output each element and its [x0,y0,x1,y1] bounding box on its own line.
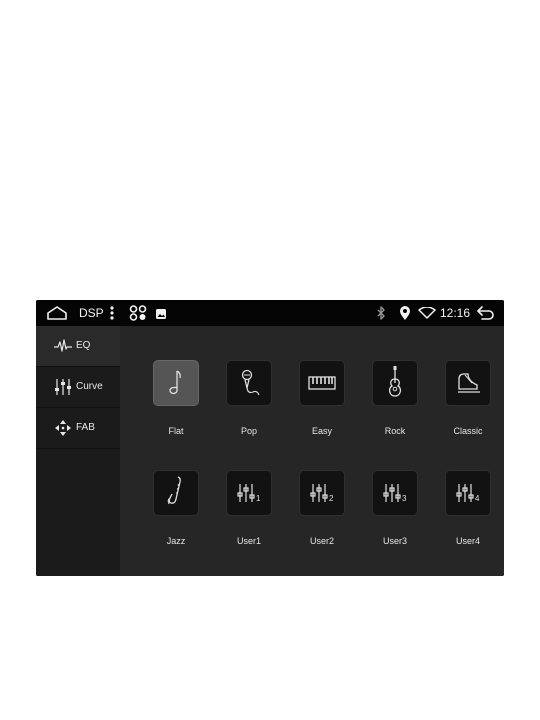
preset-label: Classic [453,426,483,436]
guitar-icon [388,366,402,397]
preset-badge: 4 [475,494,480,503]
more-vert-icon[interactable] [109,306,115,320]
music-note-icon [169,370,181,395]
preset-easy[interactable] [299,360,345,406]
home-icon[interactable] [46,305,68,321]
preset-label: User1 [236,536,261,546]
preset-badge: 1 [256,494,261,503]
preset-label: User2 [309,536,334,546]
piano-icon [458,373,480,393]
preset-label: Pop [240,426,257,436]
gallery-icon[interactable] [156,308,166,319]
saxophone-icon [167,476,181,505]
preset-label: Flat [168,426,184,436]
sidebar-item-fab[interactable]: FAB [36,408,120,449]
sidebar-item-label: FAB [76,422,95,433]
sidebar-item-label: EQ [76,340,91,351]
eq-sliders-icon [310,484,328,502]
waveform-icon [54,338,72,354]
balance-arrows-icon [54,420,72,436]
sliders-icon [54,379,72,395]
preset-badge: 2 [329,494,334,503]
preset-label: Rock [384,426,406,436]
preset-user4[interactable]: 4 [445,470,491,516]
eq-sliders-icon [383,484,401,502]
status-bar: DSP 12:16 [36,300,504,326]
preset-user3[interactable]: 3 [372,470,418,516]
preset-label: User3 [382,536,407,546]
eq-presets-panel: Flat Pop Easy Rock Classic Jazz 1 User1 [120,326,504,576]
sidebar: EQ Curve FAB [36,326,120,576]
preset-classic[interactable] [445,360,491,406]
preset-user1[interactable]: 1 [226,470,272,516]
location-icon [399,305,411,321]
bluetooth-icon [376,306,386,320]
back-icon[interactable] [476,306,496,320]
sidebar-item-label: Curve [76,381,103,392]
apps-icon[interactable] [129,305,147,321]
preset-user2[interactable]: 2 [299,470,345,516]
app-title: DSP [79,306,104,320]
microphone-icon [241,369,260,396]
preset-label: Easy [311,426,332,436]
wifi-icon [418,306,436,319]
preset-badge: 3 [402,494,407,503]
head-unit-screen: DSP 12:16 EQ Curve FAB Flat Pop Easy Roc… [36,300,504,576]
clock: 12:16 [440,306,471,320]
preset-flat[interactable] [153,360,199,406]
preset-label: Jazz [166,536,186,546]
keyboard-icon [308,376,336,390]
preset-label: User4 [455,536,480,546]
preset-jazz[interactable] [153,470,199,516]
eq-sliders-icon [456,484,474,502]
eq-sliders-icon [237,484,255,502]
preset-pop[interactable] [226,360,272,406]
sidebar-item-eq[interactable]: EQ [36,326,120,367]
sidebar-item-curve[interactable]: Curve [36,367,120,408]
preset-rock[interactable] [372,360,418,406]
